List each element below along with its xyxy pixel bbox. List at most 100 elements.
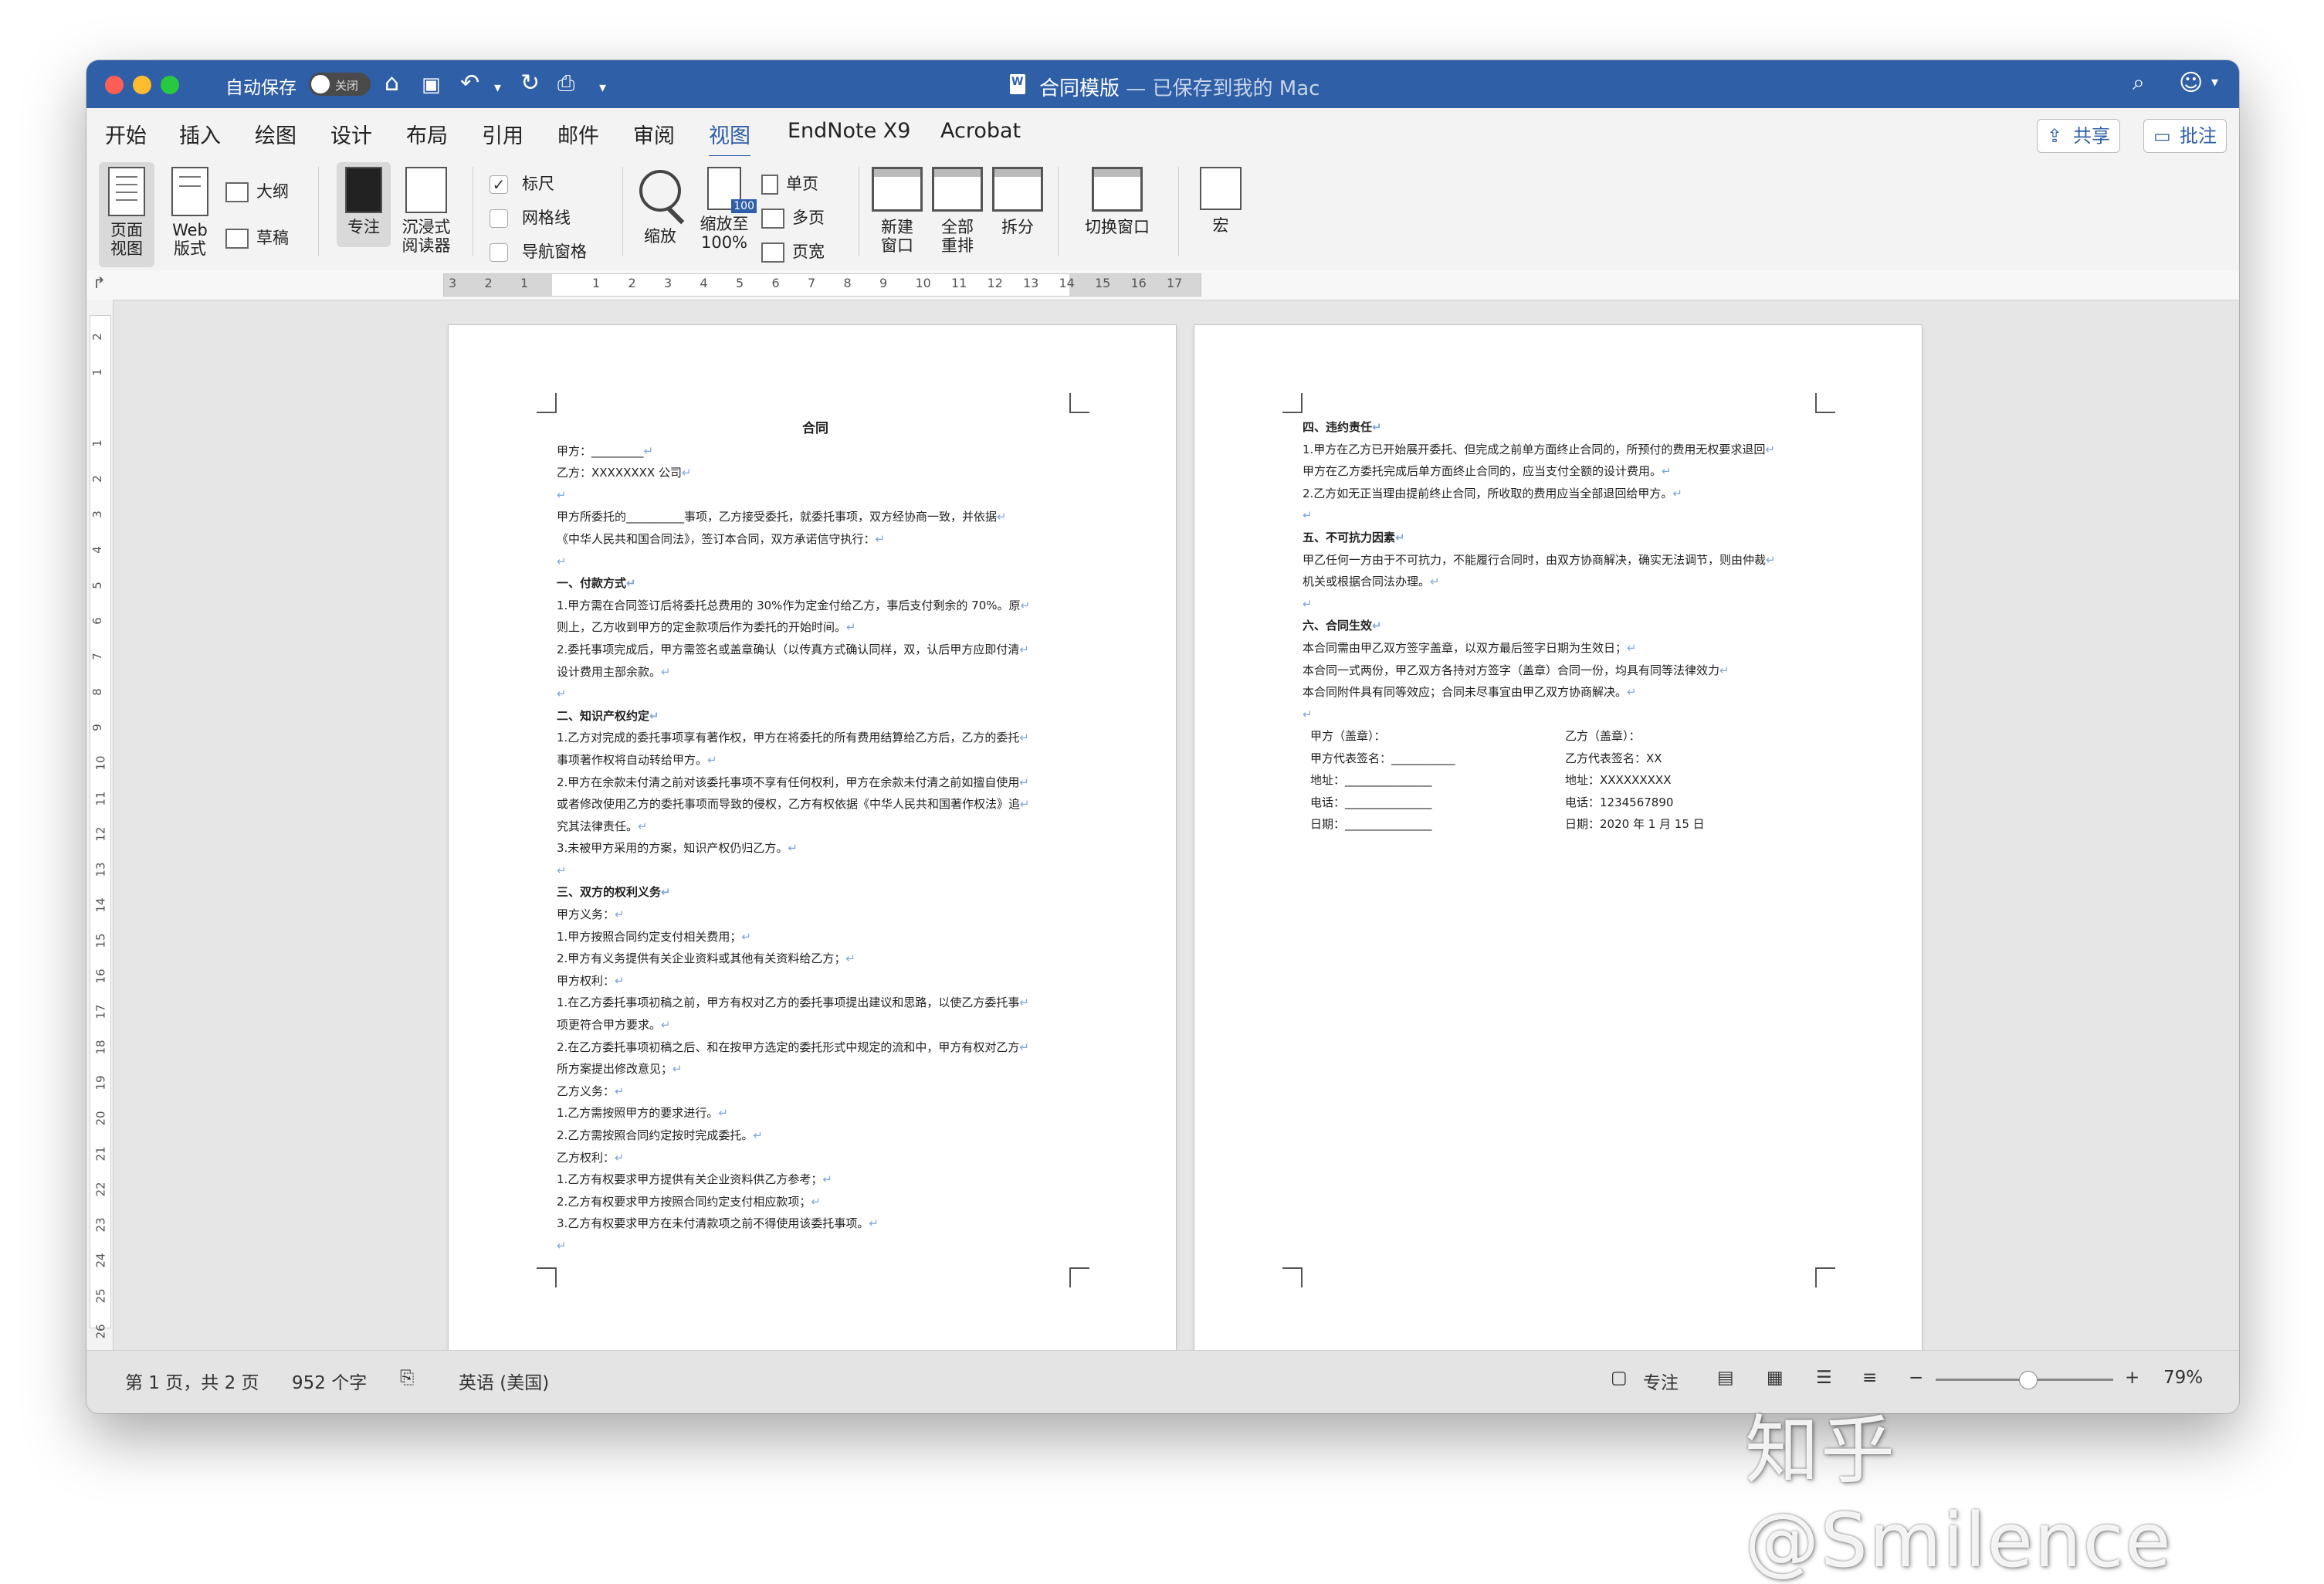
draft-view-icon[interactable]: ≡ [1862, 1368, 1877, 1388]
vruler-tick: 26 [93, 1324, 108, 1339]
account-icon[interactable]: ☺ [2179, 70, 2203, 97]
save-icon[interactable]: ▣ [422, 71, 441, 99]
tab-layout[interactable]: 布局 [406, 119, 448, 149]
section-heading: 一、付款方式↵ [557, 572, 1074, 595]
page-2-content[interactable]: 四、违约责任↵ 1.甲方在乙方已开始展开委托、但完成之前单方面终止合同的，所预付的… [1303, 416, 1820, 725]
zoom-in-button[interactable]: + [2125, 1368, 2139, 1388]
tab-stop-icon[interactable]: ↱ [93, 273, 106, 292]
document-canvas[interactable]: 合同 甲方：_________↵ 乙方：XXXXXXXX 公司↵ ↵ 甲方所委托的__… [113, 300, 2239, 1352]
zoom-100-button[interactable]: 100 缩放至 100% [693, 167, 757, 252]
macros-button[interactable]: 宏 [1186, 167, 1255, 235]
customize-toolbar-icon[interactable]: ▾ [599, 74, 606, 102]
tab-acrobat[interactable]: Acrobat [940, 119, 1021, 143]
paragraph-mark-icon: ↵ [846, 620, 856, 635]
ruler-tick: 8 [843, 276, 852, 290]
tab-review[interactable]: 审阅 [633, 119, 675, 149]
page-width-button[interactable]: 页宽 [761, 239, 825, 263]
outline-view-icon[interactable]: ☰ [1816, 1368, 1832, 1388]
redo-icon[interactable]: ↻ [520, 70, 540, 97]
multi-page-button[interactable]: 多页 [761, 205, 825, 229]
autosave-toggle[interactable]: 关闭 [309, 73, 371, 96]
gridlines-checkbox[interactable]: 网格线 [490, 205, 571, 229]
zoom-out-button[interactable]: − [1909, 1368, 1923, 1388]
minimize-window-button[interactable] [133, 76, 151, 94]
line-text: 项更符合甲方要求。 [557, 1018, 662, 1033]
close-window-button[interactable] [105, 76, 124, 94]
arrange-all-button[interactable]: 全部 重排 [927, 167, 988, 255]
print-layout-view-icon[interactable]: ▤ [1717, 1368, 1734, 1388]
word-count[interactable]: 952 个字 [292, 1368, 367, 1394]
paragraph-mark-icon: ↵ [718, 1106, 728, 1121]
immersive-reader-button[interactable]: 沉浸式 阅读器 [395, 167, 457, 255]
paragraph-mark-icon: ↵ [1020, 797, 1030, 812]
tab-endnote[interactable]: EndNote X9 [788, 119, 910, 143]
search-icon[interactable]: ⌕ [2133, 70, 2145, 96]
zoom-percentage[interactable]: 79% [2163, 1368, 2203, 1388]
page-2[interactable]: 四、违约责任↵ 1.甲方在乙方已开始展开委托、但完成之前单方面终止合同的，所预付的… [1194, 325, 1922, 1352]
page-count[interactable]: 第 1 页，共 2 页 [125, 1368, 259, 1394]
web-layout-view-icon[interactable]: ▦ [1767, 1368, 1784, 1388]
page-view-label-1: 页面 [110, 221, 143, 239]
paragraph-line: 3.未被甲方采用的方案，知识产权仍归乙方。↵ [557, 837, 1074, 860]
tab-insert[interactable]: 插入 [179, 119, 221, 149]
paragraph-line: 2.乙方有权要求甲方按照合同约定支付相应款项；↵ [557, 1191, 1074, 1213]
nav-pane-label: 导航窗格 [522, 243, 587, 261]
tab-home[interactable]: 开始 [105, 119, 147, 149]
split-button[interactable]: 拆分 [987, 167, 1049, 236]
line-text: 设计费用主部余款。 [557, 664, 662, 679]
line-text: 2.乙方如无正当理由提前终止合同，所收取的费用应当全部退回给甲方。 [1303, 486, 1673, 500]
tab-references[interactable]: 引用 [482, 119, 523, 149]
paragraph-mark-icon: ↵ [1020, 598, 1031, 612]
tab-draw[interactable]: 绘图 [255, 119, 296, 149]
nav-pane-checkbox[interactable]: 导航窗格 [490, 239, 587, 263]
zoom-slider[interactable] [1936, 1371, 2113, 1389]
page-view-button[interactable]: 页面 视图 [99, 162, 154, 267]
vruler-tick: 24 [93, 1253, 108, 1268]
focus-mode-icon[interactable]: ▢ [1611, 1368, 1628, 1388]
focus-button[interactable]: 专注 [337, 162, 391, 247]
paragraph-mark-icon: ↵ [557, 687, 567, 701]
vruler-tick: 12 [93, 826, 108, 842]
account-dropdown-icon[interactable]: ▾ [2211, 74, 2218, 90]
ruler-checkbox[interactable]: ✓ 标尺 [490, 171, 554, 195]
zoom-button[interactable]: 缩放 [633, 170, 687, 246]
vruler-tick: 2 [90, 333, 104, 341]
outline-button[interactable]: 大纲 [225, 179, 289, 202]
paragraph-line: 2.乙方需按照合同约定按时完成委托。↵ [557, 1124, 1074, 1147]
horizontal-ruler[interactable]: 3 2 1 1 2 3 4 5 6 7 8 9 10 11 12 13 14 15 16 17 [443, 273, 1201, 297]
zoom-window-button[interactable] [161, 76, 179, 94]
home-icon[interactable]: ⌂ [385, 70, 399, 97]
tab-view[interactable]: 视图 [709, 119, 750, 158]
line-text: 三、双方的权利义务 [557, 885, 662, 900]
new-window-button[interactable]: 新建 窗口 [866, 167, 928, 255]
share-button[interactable]: ⇪ 共享 [2037, 119, 2120, 153]
undo-icon[interactable]: ↶ [460, 70, 479, 97]
switch-window-button[interactable]: 切换窗口 [1067, 167, 1167, 236]
print-icon[interactable]: ⎙ [557, 70, 574, 97]
page-1[interactable]: 合同 甲方：_________↵ 乙方：XXXXXXXX 公司↵ ↵ 甲方所委托的__… [449, 325, 1176, 1352]
page-1-content[interactable]: 合同 甲方：_________↵ 乙方：XXXXXXXX 公司↵ ↵ 甲方所委托的__… [557, 418, 1074, 1257]
tab-mailings[interactable]: 邮件 [557, 119, 599, 149]
web-layout-button[interactable]: Web 版式 [164, 167, 216, 258]
zoom-slider-thumb[interactable] [2019, 1371, 2038, 1389]
macros-label: 宏 [1212, 216, 1229, 235]
focus-mode-label[interactable]: 专注 [1643, 1368, 1679, 1394]
vertical-ruler[interactable]: 2 1 1 2 3 4 5 6 7 8 9 10 11 12 13 14 15 16 17 18 19 20 21 22 23 2… [86, 300, 113, 1375]
tab-design[interactable]: 设计 [330, 119, 372, 149]
undo-dropdown-icon[interactable]: ▾ [494, 74, 501, 102]
draft-icon [225, 229, 249, 249]
new-window-icon [872, 167, 923, 212]
ruler-tick: 9 [879, 276, 888, 290]
paragraph-mark-icon: ↵ [875, 531, 886, 546]
one-page-button[interactable]: 单页 [761, 171, 818, 195]
ribbon-separator [318, 167, 319, 256]
paragraph-line: 2.甲方有义务提供有关企业资料或其他有关资料给乙方；↵ [557, 948, 1074, 970]
comments-button[interactable]: ▭ 批注 [2143, 119, 2227, 153]
draft-button[interactable]: 草稿 [225, 226, 289, 249]
outline-icon [225, 182, 249, 202]
language[interactable]: 英语 (美国) [459, 1368, 549, 1394]
paragraph-mark-icon: ↵ [615, 973, 625, 988]
paragraph-mark-icon: ↵ [1766, 552, 1776, 567]
page-view-label-2: 视图 [110, 239, 143, 258]
proofing-icon[interactable]: ⎘ [400, 1368, 414, 1388]
